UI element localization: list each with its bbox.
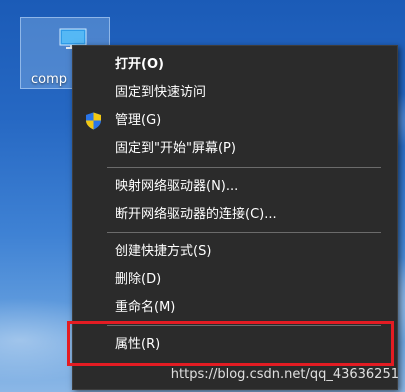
menu-item-label: 重命名(M) (115, 300, 176, 315)
watermark: https://blog.csdn.net/qq_43636251 (170, 367, 399, 382)
menu-item-rename[interactable]: 重命名(M) (73, 295, 397, 321)
menu-item-label: 创建快捷方式(S) (115, 244, 212, 259)
highlight-box (67, 321, 394, 366)
menu-item-label: 断开网络驱动器的连接(C)... (115, 207, 277, 222)
menu-item-delete[interactable]: 删除(D) (73, 267, 397, 293)
menu-item-pin-start[interactable]: 固定到"开始"屏幕(P) (73, 136, 397, 162)
desktop-icon-label: comp (31, 72, 68, 87)
menu-item-pin-quick-access[interactable]: 固定到快速访问 (73, 80, 397, 106)
menu-item-disconnect-network-drive[interactable]: 断开网络驱动器的连接(C)... (73, 202, 397, 228)
menu-item-label: 固定到"开始"屏幕(P) (115, 141, 236, 156)
menu-item-label: 删除(D) (115, 272, 162, 287)
menu-separator (107, 232, 381, 233)
menu-item-label: 管理(G) (115, 113, 162, 128)
menu-item-open[interactable]: 打开(O) (73, 52, 397, 78)
menu-item-map-network-drive[interactable]: 映射网络驱动器(N)... (73, 174, 397, 200)
menu-item-label: 固定到快速访问 (115, 85, 207, 100)
menu-item-manage[interactable]: 管理(G) (73, 108, 397, 134)
menu-separator (107, 167, 381, 168)
uac-shield-icon (86, 112, 101, 130)
menu-item-create-shortcut[interactable]: 创建快捷方式(S) (73, 239, 397, 265)
menu-item-label: 打开(O) (115, 57, 164, 72)
menu-item-label: 映射网络驱动器(N)... (115, 179, 239, 194)
